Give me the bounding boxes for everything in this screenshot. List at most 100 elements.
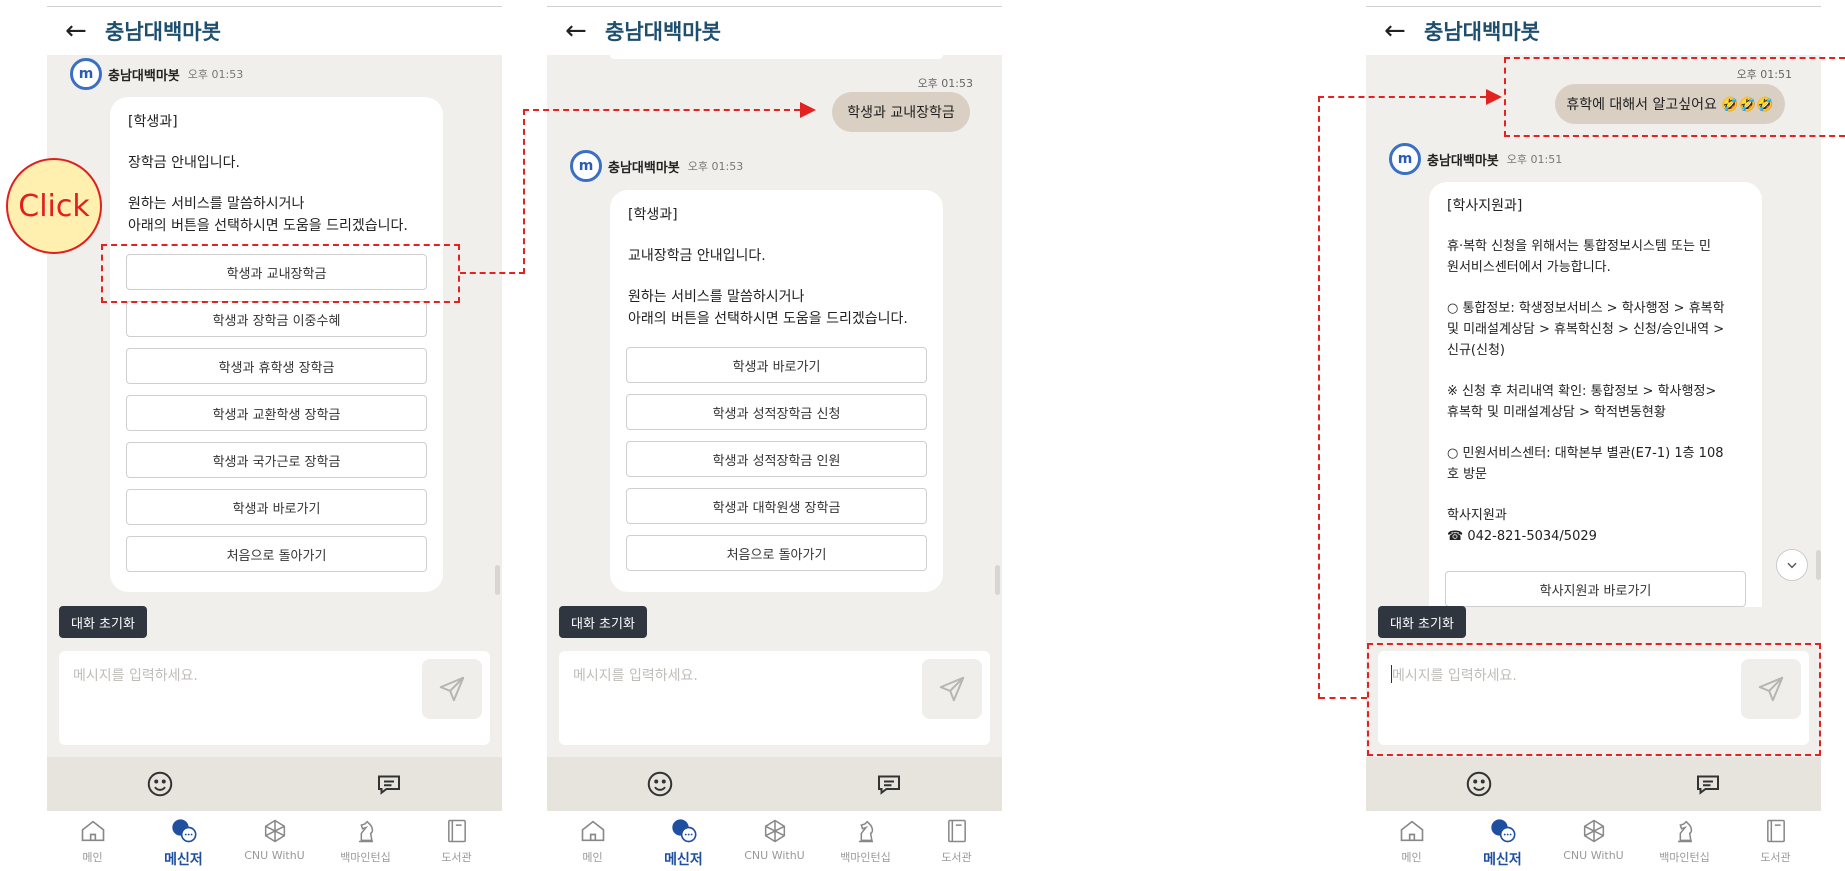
page-title: 충남대백마봇 [1424, 20, 1540, 44]
quick-reply-button[interactable] [1691, 767, 1725, 801]
book-icon [1766, 819, 1785, 843]
nav-cnu-withu[interactable]: CNU WithU [229, 811, 320, 871]
phone-screen-1: ← 충남대백마봇 m 충남대백마봇 오후 01:53 [학생과] 장학금 안내입… [47, 0, 502, 871]
nav-cnu-withu[interactable]: CNU WithU [1548, 811, 1639, 871]
nav-internship[interactable]: 백마인턴십 [820, 811, 911, 871]
click-callout: Click [6, 158, 102, 254]
send-icon [939, 676, 965, 702]
nav-internship[interactable]: 백마인턴십 [1639, 811, 1730, 871]
option-button[interactable]: 학생과 바로가기 [626, 347, 927, 383]
status-bar [1366, 0, 1821, 7]
nav-library[interactable]: 도서관 [911, 811, 1002, 871]
status-bar [47, 0, 502, 7]
nav-label: 백마인턴십 [840, 851, 891, 864]
nav-label: 메인 [82, 851, 103, 864]
option-button[interactable]: 학생과 장학금 이중수혜 [126, 301, 427, 337]
message-text: 원하는 서비스를 말씀하시거나 [128, 196, 305, 212]
highlight-box [1504, 57, 1845, 137]
scrollbar[interactable] [495, 565, 500, 595]
option-button[interactable]: 학생과 국가근로 장학금 [126, 442, 427, 478]
bot-header: m 충남대백마봇 오후 01:51 [1389, 143, 1562, 175]
home-icon [81, 820, 104, 842]
back-arrow-icon[interactable]: ← [565, 18, 605, 44]
status-bar [547, 0, 1002, 7]
nav-internship[interactable]: 백마인턴십 [320, 811, 411, 871]
bot-message-bubble: [학생과] 교내장학금 안내입니다. 원하는 서비스를 말씀하시거나 아래의 버… [610, 190, 943, 592]
chat-toolbar [47, 757, 502, 811]
nav-library[interactable]: 도서관 [1730, 811, 1821, 871]
nav-label: CNU WithU [244, 849, 305, 862]
option-button[interactable]: 처음으로 돌아가기 [126, 536, 427, 572]
nav-messenger[interactable]: 메신저 [638, 811, 729, 871]
nav-label: 백마인턴십 [340, 851, 391, 864]
nav-cnu-withu[interactable]: CNU WithU [729, 811, 820, 871]
scrollbar[interactable] [995, 565, 1000, 595]
nav-main[interactable]: 메인 [547, 811, 638, 871]
nav-messenger[interactable]: 메신저 [1457, 811, 1548, 871]
message-input[interactable]: 메시지를 입력하세요. [559, 651, 990, 745]
reset-chat-button[interactable]: 대화 초기화 [559, 606, 647, 638]
option-button[interactable]: 학생과 성적장학금 신청 [626, 394, 927, 430]
message-text: 휴복학 및 미래설계상담 > 학적변동현황 [1447, 405, 1666, 420]
chat-toolbar [547, 757, 1002, 811]
message-text: 교내장학금 안내입니다. [628, 248, 766, 264]
messenger-icon [671, 819, 696, 843]
send-button[interactable] [422, 659, 482, 719]
nav-messenger[interactable]: 메신저 [138, 811, 229, 871]
highlight-box [101, 244, 460, 303]
option-button[interactable]: 학생과 대학원생 장학금 [626, 488, 927, 524]
withu-icon [1583, 819, 1604, 843]
chat-area[interactable]: 오후 01:51 휴학에 대해서 알고싶어요 🤣🤣🤣 m 충남대백마봇 오후 0… [1366, 55, 1821, 607]
chat-area[interactable]: 오후 01:53 학생과 교내장학금 m 충남대백마봇 오후 01:53 [학생… [547, 55, 1002, 607]
message-text: 휴·복학 신청을 위해서는 통합정보시스템 또는 민 [1447, 239, 1711, 254]
home-icon [1400, 820, 1423, 842]
scroll-down-button[interactable] [1776, 549, 1808, 581]
message-text: ☎ 042-821-5034/5029 [1447, 529, 1597, 544]
scrollbar[interactable] [1816, 550, 1821, 580]
message-text: ○ 통합정보: 학생정보서비스 > 학사행정 > 휴복학 [1447, 301, 1725, 316]
option-button[interactable]: 학생과 바로가기 [126, 489, 427, 525]
connector-line [523, 109, 800, 111]
page-title: 충남대백마봇 [105, 20, 221, 44]
back-arrow-icon[interactable]: ← [1384, 18, 1424, 44]
nav-library[interactable]: 도서관 [411, 811, 502, 871]
option-button[interactable]: 학생과 교환학생 장학금 [126, 395, 427, 431]
quick-reply-button[interactable] [872, 767, 906, 801]
emoji-button[interactable] [643, 767, 677, 801]
nav-label: 메신저 [1483, 852, 1522, 868]
connector-line [1319, 697, 1367, 699]
smiley-icon [147, 771, 173, 797]
option-button[interactable]: 학사지원과 바로가기 [1445, 571, 1746, 607]
send-button[interactable] [922, 659, 982, 719]
message-dept: [학생과] [628, 207, 678, 223]
bot-header: m 충남대백마봇 오후 01:53 [570, 150, 743, 182]
reset-chat-button[interactable]: 대화 초기화 [59, 606, 147, 638]
arrow-icon [800, 102, 816, 118]
option-button[interactable]: 학생과 휴학생 장학금 [126, 348, 427, 384]
bot-avatar: m [1389, 143, 1421, 175]
bot-message-bubble: [학생과] 장학금 안내입니다. 원하는 서비스를 말씀하시거나 아래의 버튼을… [110, 97, 443, 592]
user-message-bubble: 학생과 교내장학금 [832, 92, 970, 132]
message-input[interactable]: 메시지를 입력하세요. [59, 651, 490, 745]
back-arrow-icon[interactable]: ← [65, 18, 105, 44]
nav-label: 도서관 [441, 851, 472, 864]
bot-avatar: m [70, 58, 102, 90]
chat-area[interactable]: m 충남대백마봇 오후 01:53 [학생과] 장학금 안내입니다. 원하는 서… [47, 55, 502, 607]
withu-icon [264, 819, 285, 843]
message-text: 아래의 버튼을 선택하시면 도움을 드리겠습니다. [128, 218, 408, 234]
messenger-icon [171, 819, 196, 843]
smiley-icon [647, 771, 673, 797]
message-time: 오후 01:53 [917, 77, 973, 90]
option-button[interactable]: 처음으로 돌아가기 [626, 535, 927, 571]
smiley-icon [1466, 771, 1492, 797]
quick-reply-button[interactable] [372, 767, 406, 801]
emoji-button[interactable] [143, 767, 177, 801]
nav-label: CNU WithU [744, 849, 805, 862]
app-header: ← 충남대백마봇 [47, 7, 502, 55]
nav-main[interactable]: 메인 [1366, 811, 1457, 871]
reset-chat-button[interactable]: 대화 초기화 [1378, 606, 1466, 638]
emoji-button[interactable] [1462, 767, 1496, 801]
option-button[interactable]: 학생과 성적장학금 인원 [626, 441, 927, 477]
nav-main[interactable]: 메인 [47, 811, 138, 871]
connector-line [1318, 96, 1320, 699]
